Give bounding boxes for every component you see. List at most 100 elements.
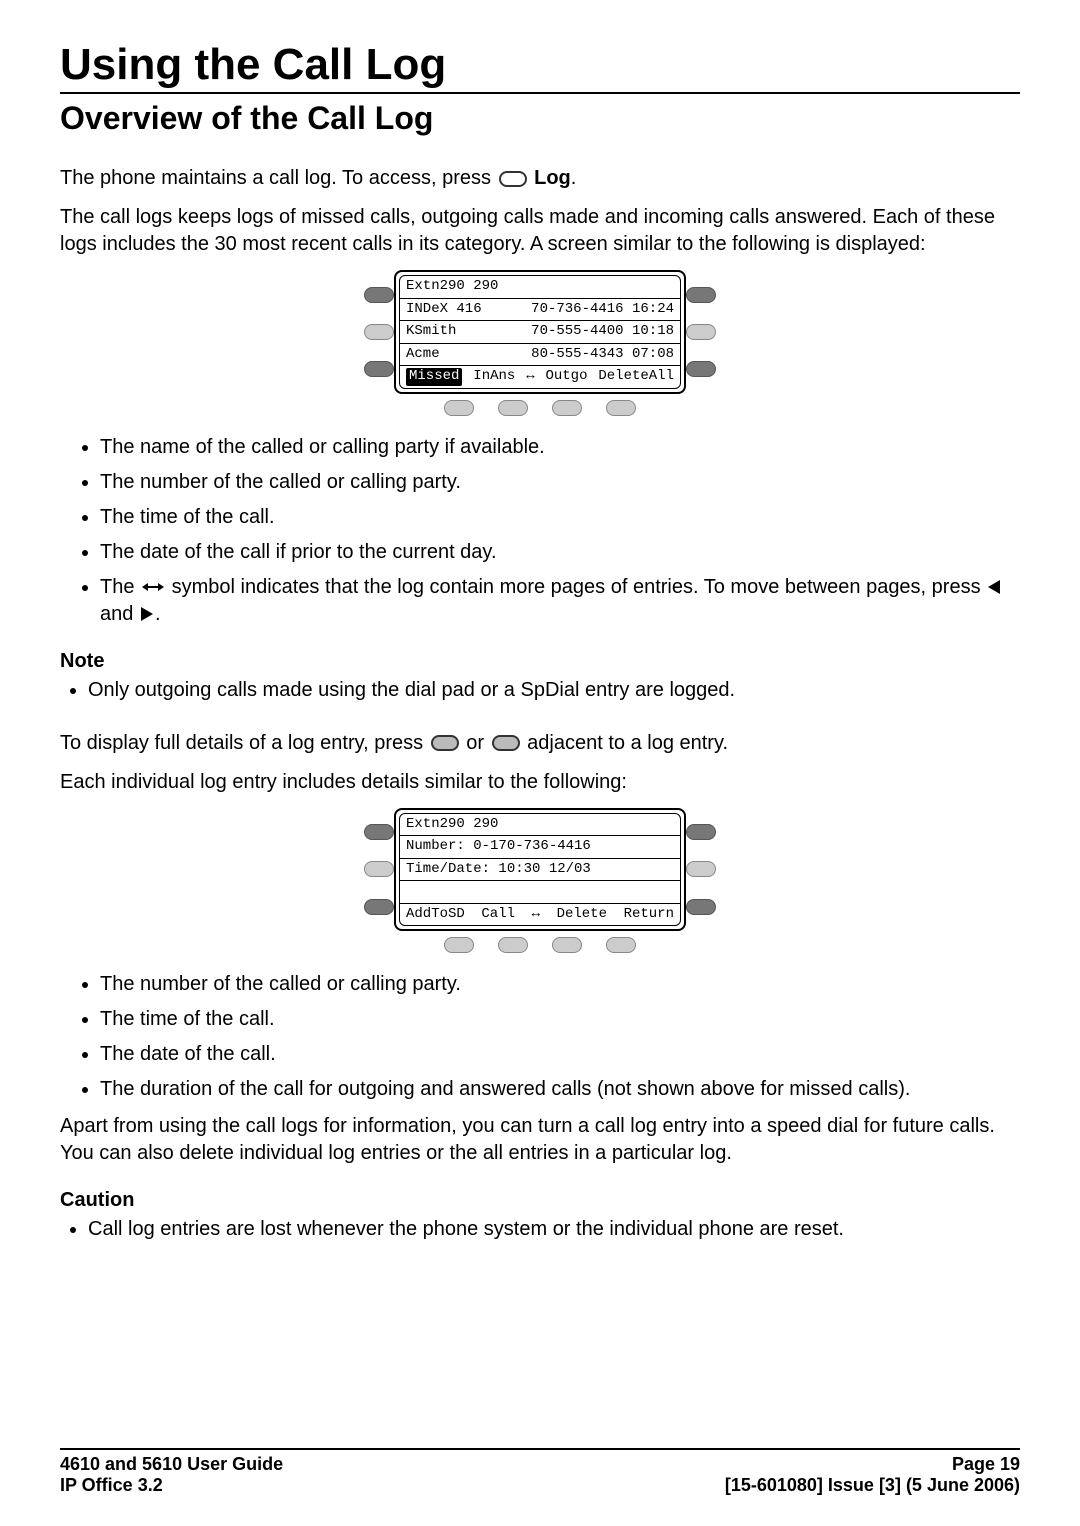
softkey-left-2-icon [364, 324, 394, 340]
call-log-list-figure: Extn290 290 INDeX 416 70-736-4416 16:24 … [330, 270, 750, 416]
action-return: Return [624, 906, 674, 924]
nav-left-icon [988, 580, 1000, 594]
intro-1-post: . [571, 167, 577, 189]
intro-1-log: Log [534, 167, 571, 189]
list-1-item-5-post: . [155, 603, 161, 625]
list-1-item-3: The time of the call. [100, 504, 1020, 531]
phone-screen-2: Extn290 290 Number: 0-170-736-4416 Time/… [394, 808, 686, 932]
action-missed: Missed [406, 368, 462, 386]
bottom-softkey-3b-icon [552, 937, 582, 953]
button-oval-icon [499, 171, 527, 187]
list-1-item-5: The symbol indicates that the log contai… [100, 574, 1020, 628]
footer-rule [60, 1448, 1020, 1450]
detail-intro-post: adjacent to a log entry. [527, 732, 728, 754]
screen-header-row: Extn290 290 [400, 276, 680, 298]
caution-heading: Caution [60, 1189, 1020, 1212]
list-2: The number of the called or calling part… [100, 971, 1020, 1103]
list-1-item-1: The name of the called or calling party … [100, 434, 1020, 461]
list-2-item-3: The date of the call. [100, 1041, 1020, 1068]
list-1-item-5-mid: symbol indicates that the log contain mo… [172, 576, 987, 598]
bottom-softkeys [330, 400, 750, 416]
log-row-2: KSmith 70-555-4400 10:18 [400, 320, 680, 343]
screen2-time: Time/Date: 10:30 12/03 [406, 861, 591, 879]
page-footer: 4610 and 5610 User Guide Page 19 IP Offi… [60, 1448, 1020, 1496]
list-1-item-5-pre: The [100, 576, 140, 598]
caution-item: Call log entries are lost whenever the p… [88, 1218, 1020, 1241]
log-row-2-detail: 70-555-4400 10:18 [531, 323, 674, 341]
note-heading: Note [60, 650, 1020, 673]
double-arrow-icon [142, 574, 164, 601]
closing-para: Apart from using the call logs for infor… [60, 1113, 1020, 1167]
list-1-item-2: The number of the called or calling part… [100, 469, 1020, 496]
softkey-left-3b-icon [364, 899, 394, 915]
screen2-actions-row: AddToSD Call ↔ Delete Return [400, 903, 680, 926]
screen2-time-row: Time/Date: 10:30 12/03 [400, 858, 680, 881]
bottom-softkey-4b-icon [606, 937, 636, 953]
title-rule [60, 92, 1020, 94]
right-softkeys [686, 270, 720, 394]
softkey-right-1-icon [686, 287, 716, 303]
screen2-header-row: Extn290 290 [400, 814, 680, 836]
list-2-item-1: The number of the called or calling part… [100, 971, 1020, 998]
nav-right-icon [141, 607, 153, 621]
log-actions-row: Missed InAns ↔ Outgo DeleteAll [400, 365, 680, 388]
note-item: Only outgoing calls made using the dial … [88, 679, 1020, 702]
footer-left-2: IP Office 3.2 [60, 1475, 163, 1496]
intro-1-pre: The phone maintains a call log. To acces… [60, 167, 497, 189]
note-list: Only outgoing calls made using the dial … [88, 679, 1020, 702]
section-heading: Overview of the Call Log [60, 100, 1020, 137]
softkey-left-1b-icon [364, 824, 394, 840]
bottom-softkey-2b-icon [498, 937, 528, 953]
softkey-left-2b-icon [364, 861, 394, 877]
screen2-number: Number: 0-170-736-4416 [406, 838, 591, 856]
detail-intro-mid: or [466, 732, 489, 754]
bottom-softkey-1-icon [444, 400, 474, 416]
call-log-detail-figure: Extn290 290 Number: 0-170-736-4416 Time/… [330, 808, 750, 954]
softkey-right-3b-icon [686, 899, 716, 915]
log-row-1: INDeX 416 70-736-4416 16:24 [400, 298, 680, 321]
softkey-right-oval-icon [492, 735, 520, 751]
bottom-softkeys-2 [330, 937, 750, 953]
footer-right-2: [15-601080] Issue [3] (5 June 2006) [725, 1475, 1020, 1496]
detail-intro-1: To display full details of a log entry, … [60, 730, 1020, 757]
softkey-right-3-icon [686, 361, 716, 377]
phone-screen: Extn290 290 INDeX 416 70-736-4416 16:24 … [394, 270, 686, 394]
softkey-left-oval-icon [431, 735, 459, 751]
action-call: Call [481, 906, 515, 924]
footer-right-1: Page 19 [952, 1454, 1020, 1475]
action-delete: Delete [557, 906, 607, 924]
action-addtosd: AddToSD [406, 906, 465, 924]
detail-intro-2: Each individual log entry includes detai… [60, 769, 1020, 796]
intro-2: The call logs keeps logs of missed calls… [60, 204, 1020, 258]
action-inans: InAns [473, 368, 515, 386]
list-1: The name of the called or calling party … [100, 434, 1020, 628]
log-row-1-detail: 70-736-4416 16:24 [531, 301, 674, 319]
screen-header: Extn290 290 [406, 278, 498, 296]
more-pages-icon: ↔ [526, 368, 534, 386]
screen2-blank-row [400, 880, 680, 903]
softkey-left-1-icon [364, 287, 394, 303]
left-softkeys [360, 270, 394, 394]
softkey-right-2b-icon [686, 861, 716, 877]
softkey-right-2-icon [686, 324, 716, 340]
footer-left-1: 4610 and 5610 User Guide [60, 1454, 283, 1475]
caution-list: Call log entries are lost whenever the p… [88, 1218, 1020, 1241]
bottom-softkey-3-icon [552, 400, 582, 416]
screen2-header: Extn290 290 [406, 816, 498, 834]
screen2-number-row: Number: 0-170-736-4416 [400, 835, 680, 858]
action-outgo: Outgo [545, 368, 587, 386]
log-row-2-name: KSmith [406, 323, 456, 341]
list-2-item-4: The duration of the call for outgoing an… [100, 1076, 1020, 1103]
list-1-item-5-and: and [100, 603, 139, 625]
bottom-softkey-4-icon [606, 400, 636, 416]
log-row-3-detail: 80-555-4343 07:08 [531, 346, 674, 364]
more-pages-icon-2: ↔ [532, 906, 540, 924]
page-title: Using the Call Log [60, 40, 1020, 90]
log-row-3: Acme 80-555-4343 07:08 [400, 343, 680, 366]
detail-intro-pre: To display full details of a log entry, … [60, 732, 429, 754]
intro-1: The phone maintains a call log. To acces… [60, 165, 1020, 192]
action-deleteall: DeleteAll [598, 368, 674, 386]
bottom-softkey-2-icon [498, 400, 528, 416]
bottom-softkey-1b-icon [444, 937, 474, 953]
left-softkeys-2 [360, 808, 394, 932]
